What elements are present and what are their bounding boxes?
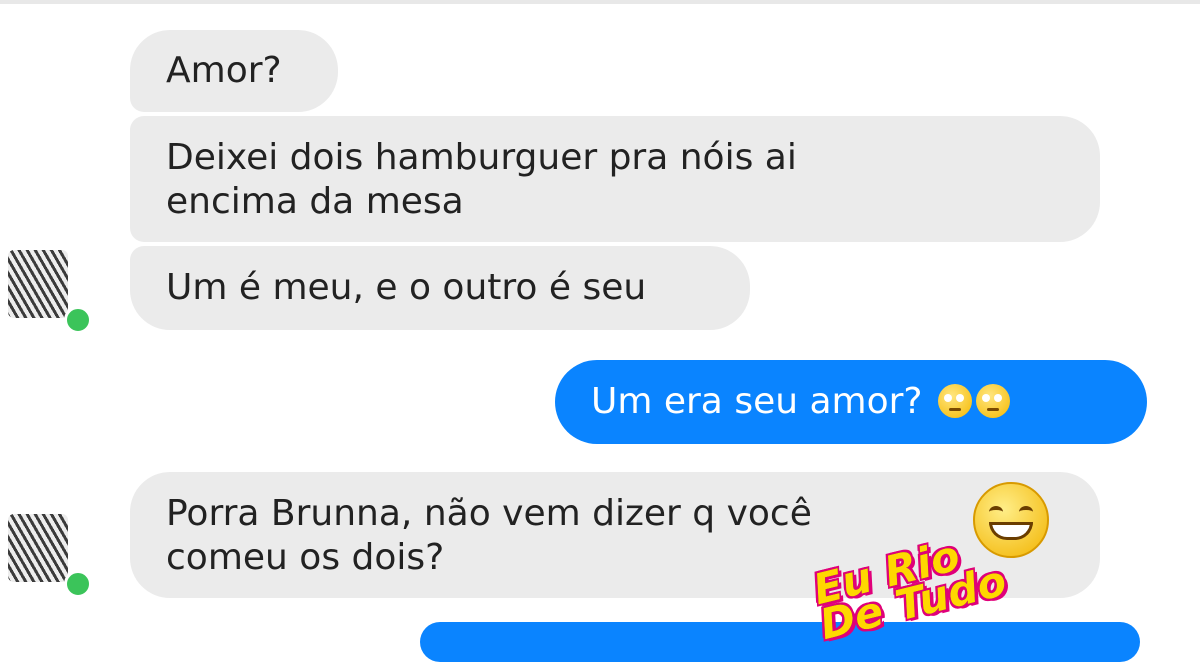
online-status-icon: [64, 570, 92, 598]
watermark-eye: [1019, 506, 1033, 518]
incoming-message-bubble[interactable]: Deixei dois hamburguer pra nóis ai encim…: [130, 116, 1100, 242]
outgoing-message-bubble[interactable]: Um era seu amor?: [555, 360, 1147, 444]
message-text: encima da mesa: [166, 181, 464, 222]
rolling-eyes-emoji-icon: [976, 384, 1010, 418]
grinning-face-icon: [973, 482, 1049, 558]
outgoing-message-bubble-partial[interactable]: [420, 622, 1140, 662]
incoming-message-bubble[interactable]: Um é meu, e o outro é seu: [130, 246, 750, 330]
message-text: Porra Brunna, não vem dizer q você: [166, 493, 812, 534]
message-text: Amor?: [166, 50, 282, 91]
contact-avatar[interactable]: [8, 514, 68, 582]
rolling-eyes-emoji-icon: [938, 384, 972, 418]
message-text: Um é meu, e o outro é seu: [166, 267, 647, 308]
incoming-message-bubble[interactable]: Amor?: [130, 30, 338, 112]
top-divider: [0, 0, 1200, 4]
message-text: Deixei dois hamburguer pra nóis ai: [166, 137, 797, 178]
online-status-icon: [64, 306, 92, 334]
message-text: Um era seu amor?: [591, 381, 923, 422]
contact-avatar[interactable]: [8, 250, 68, 318]
